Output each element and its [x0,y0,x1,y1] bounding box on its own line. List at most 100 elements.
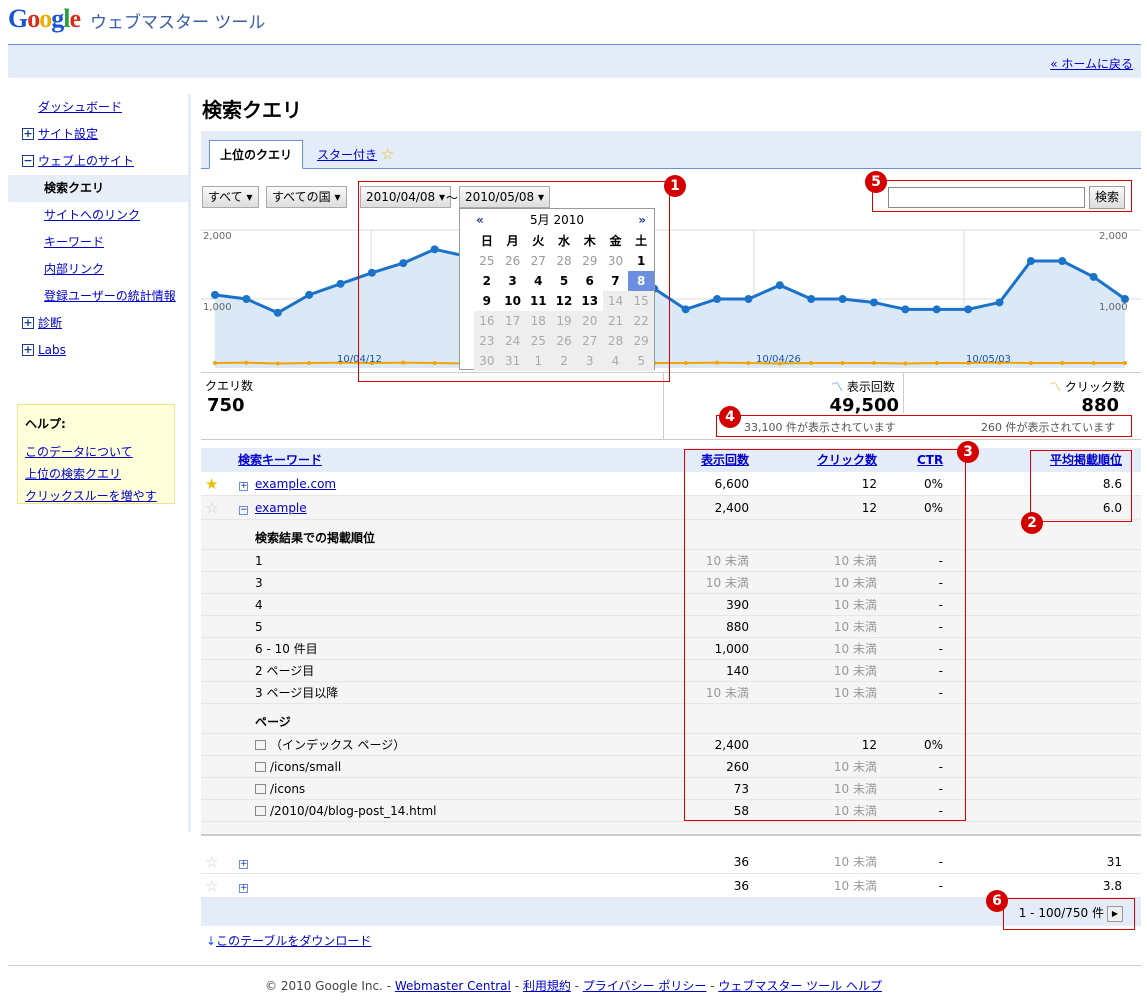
column-header-label[interactable]: 検索キーワード [238,453,322,467]
detail-label: 6 - 10 件目 [255,638,318,660]
help-link-increase-ctr[interactable]: クリックスルーを増やす [25,489,157,503]
sidebar-item-label[interactable]: 登録ユーザーの統計情報 [44,289,176,303]
sidebar-item[interactable]: + サイト設定 [8,121,190,148]
table-row[interactable]: ☆ +36 10 未満 - 31 [201,850,1141,874]
sidebar-item[interactable]: ダッシュボード [8,94,190,121]
impressions-point [964,305,973,314]
sidebar-item-label[interactable]: 診断 [38,316,62,330]
impressions-point [681,305,690,314]
help-link-top-queries[interactable]: 上位の検索クエリ [25,467,121,481]
detail-label: 3 [255,572,263,594]
table-row[interactable]: ★ + example.com 6,600 12 0% 8.6 [201,472,1141,496]
table-row[interactable]: ☆ − example 2,400 12 0% 6.0 [201,496,1141,520]
detail-row: （インデックス ページ） 2,400 12 0% [201,734,1141,756]
expand-icon[interactable]: + [239,472,248,496]
sidebar-item[interactable]: キーワード [8,229,190,256]
ctr-cell: - [938,879,943,893]
footer: © 2010 Google Inc. - Webmaster Central -… [265,979,882,993]
clicks-point [715,360,720,365]
clicks-point [1091,361,1096,366]
tab-strip: 上位のクエリ スター付き ☆ [201,131,1141,169]
top-bar: « ホームに戻る [8,44,1141,78]
expand-icon[interactable]: + [239,874,248,898]
clicks-value: 880 [1081,395,1119,416]
impressions-point [305,290,314,299]
sidebar-item[interactable]: + 診断 [8,310,190,337]
page-section-header: ページ [201,704,1141,734]
country-dropdown[interactable]: すべての国 ▾ [266,186,347,208]
star-icon[interactable]: ☆ [205,850,218,874]
tab-top-queries[interactable]: 上位のクエリ [209,140,304,169]
expand-icon[interactable]: + [22,344,34,356]
google-logo[interactable]: Google [8,4,81,34]
expand-icon[interactable]: + [22,317,34,329]
tab-starred-label[interactable]: スター付き [317,148,377,162]
download-label[interactable]: このテーブルをダウンロード [216,934,371,948]
impressions-point [1026,257,1035,266]
external-link-icon[interactable] [255,806,266,816]
sidebar: ダッシュボード + サイト設定 − ウェブ上のサイト検索クエリサイトへのリンク キーワード… [8,94,190,364]
chevron-down-icon: ▾ [246,190,253,204]
impressions-value: 49,500 [829,395,899,416]
download-link[interactable]: ↓このテーブルをダウンロード [206,932,371,949]
sidebar-item[interactable]: 検索クエリ [8,175,190,202]
sidebar-item-label[interactable]: キーワード [44,235,104,249]
annotation-box-5 [872,180,1132,212]
clicks-point [213,361,217,366]
trend-orange-icon: 〽 [1049,380,1062,394]
help-link-about-data[interactable]: このデータについて [25,445,133,459]
external-link-icon[interactable] [255,762,266,772]
sidebar-divider [188,94,191,832]
external-link-icon[interactable] [255,784,266,794]
sidebar-item[interactable]: サイトへのリンク [8,202,190,229]
footer-link-terms[interactable]: 利用規約 [523,979,571,993]
star-icon[interactable]: ★ [205,472,218,496]
annotation-box-2 [1030,450,1132,522]
y-tick-label-right: 1,000 [1099,302,1128,313]
detail-row: 2 ページ目 140 10 未満 - [201,660,1141,682]
annotation-badge: 3 [957,441,979,463]
sidebar-item[interactable]: 登録ユーザーの統計情報 [8,283,190,310]
keyword-link[interactable]: example.com [255,477,336,491]
query-chart: 2,000 1,000 2,000 1,000 10/04/12 10/04/2… [201,229,1141,368]
sidebar-item-label[interactable]: ウェブ上のサイト [38,154,134,168]
collapse-icon[interactable]: − [22,155,34,167]
keyword-cell[interactable]: example [255,496,307,520]
expand-icon[interactable]: + [239,850,248,874]
sidebar-item-label[interactable]: Labs [38,343,66,357]
clicks-point [809,361,814,366]
sidebar-item-label[interactable]: サイト設定 [38,127,98,141]
detail-label: /icons/small [255,756,341,778]
keyword-link[interactable]: example [255,501,307,515]
sidebar-item-label[interactable]: ダッシュボード [38,100,122,114]
annotation-box-3 [684,449,966,821]
sidebar-item[interactable]: 内部リンク [8,256,190,283]
table-end [201,822,1141,836]
footer-link-webmaster-central[interactable]: Webmaster Central [395,979,511,993]
external-link-icon[interactable] [255,740,266,750]
impressions-point [995,298,1004,307]
star-icon[interactable]: ☆ [205,874,218,898]
home-link[interactable]: « ホームに戻る [1050,55,1133,72]
sidebar-item-label[interactable]: サイトへのリンク [44,208,140,222]
star-icon[interactable]: ☆ [205,496,218,520]
tab-starred[interactable]: スター付き ☆ [307,140,404,169]
scope-dropdown[interactable]: すべて ▾ [202,186,259,208]
sidebar-item-label: 検索クエリ [44,181,105,195]
clicks-point [244,360,249,365]
expand-icon[interactable]: − [239,496,248,520]
keyword-cell[interactable]: example.com [255,472,336,496]
impressions-point [869,298,878,307]
detail-label-text: 3 ページ目以降 [255,686,339,700]
column-header-keyword[interactable]: 検索キーワード [238,448,398,472]
sidebar-item-label[interactable]: 内部リンク [44,262,104,276]
detail-label-text: 4 [255,598,263,612]
expand-icon[interactable]: + [22,128,34,140]
sidebar-item[interactable]: − ウェブ上のサイト [8,148,190,175]
sidebar-item[interactable]: + Labs [8,337,190,364]
impressions-cell: 36 [733,879,749,893]
star-icon: ☆ [380,145,395,163]
footer-link-help[interactable]: ウェブマスター ツール ヘルプ [718,979,882,993]
footer-link-privacy[interactable]: プライバシー ポリシー [583,979,707,993]
clicks-point [840,361,845,366]
